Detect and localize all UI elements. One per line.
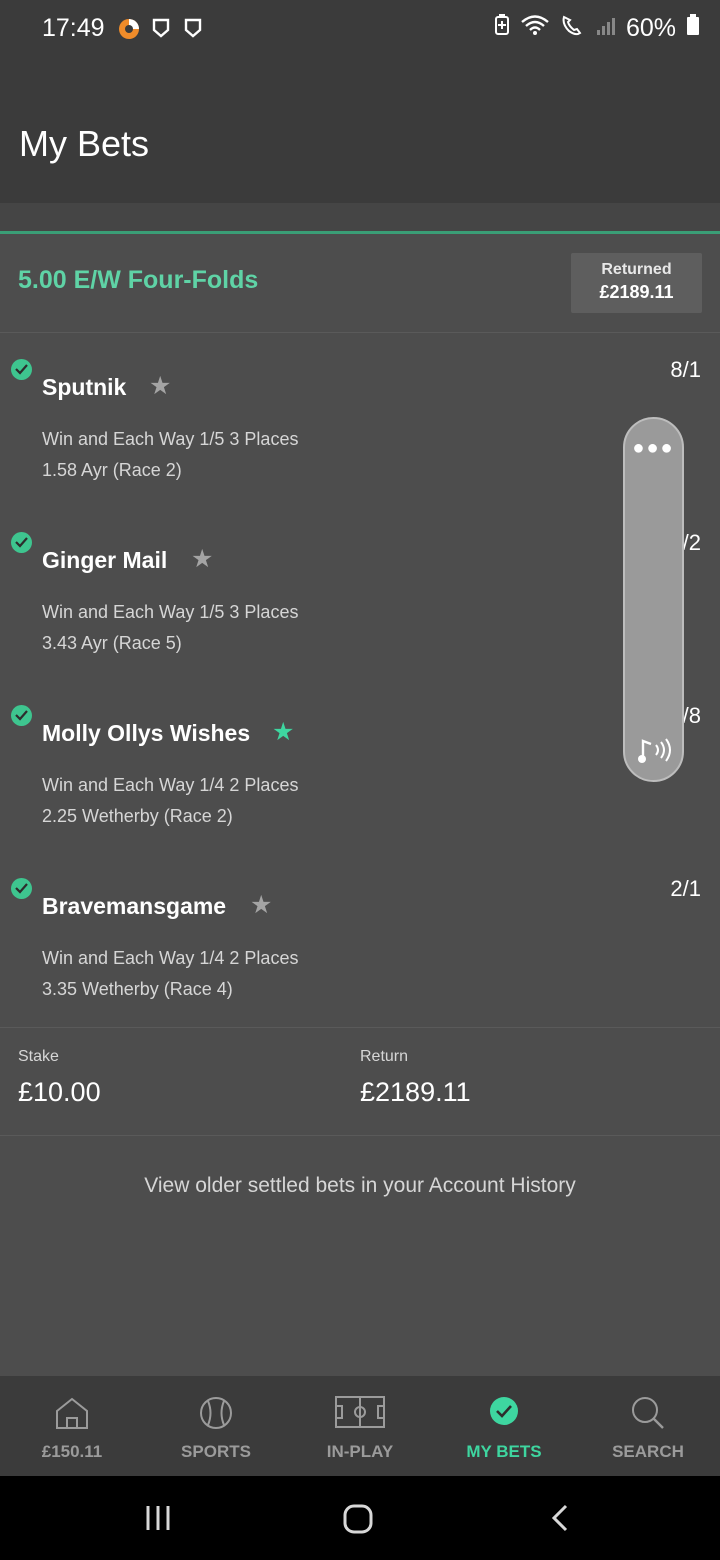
nav-sports[interactable]: SPORTS <box>144 1376 288 1476</box>
selection-odds: /8 <box>682 703 701 728</box>
battery-saver-icon <box>494 14 510 43</box>
nav-label: SPORTS <box>181 1442 251 1461</box>
selection-row[interactable]: Bravemansgame ★ Win and Each Way 1/4 2 P… <box>0 852 720 1025</box>
floating-sound-panel[interactable]: ●●● <box>623 417 684 782</box>
wifi-call-icon <box>560 14 586 43</box>
check-icon <box>11 532 32 553</box>
page-header: My Bets <box>0 60 720 203</box>
check-icon <box>11 705 32 726</box>
nav-my-bets[interactable]: MY BETS <box>432 1376 576 1476</box>
nav-search[interactable]: SEARCH <box>576 1376 720 1476</box>
home-icon <box>54 1396 90 1435</box>
selection-race: 3.35 Wetherby (Race 4) <box>42 979 233 999</box>
status-bar: 17:49 60% <box>0 0 720 60</box>
nav-label: IN-PLAY <box>326 1442 394 1461</box>
header-spacer <box>0 203 720 233</box>
battery-icon <box>686 14 700 43</box>
status-right: 60% <box>494 14 700 43</box>
selection-terms: Win and Each Way 1/5 3 Places <box>42 602 299 622</box>
wifi-icon <box>520 14 550 43</box>
bet-title: 5.00 E/W Four-Folds <box>18 266 259 294</box>
stake-value: £10.00 <box>18 1077 101 1107</box>
system-nav-bar <box>0 1476 720 1560</box>
more-icon[interactable]: ●●● <box>625 437 682 460</box>
home-button-icon[interactable] <box>343 1504 373 1539</box>
status-time: 17:49 <box>42 14 105 42</box>
return-label: Return <box>360 1048 409 1065</box>
selection-terms: Win and Each Way 1/5 3 Places <box>42 429 299 449</box>
pitch-icon <box>335 1396 385 1433</box>
selection-odds: 2/1 <box>670 876 701 901</box>
selection-row[interactable]: Molly Ollys Wishes ★ Win and Each Way 1/… <box>0 679 720 852</box>
nav-balance[interactable]: £150.11 <box>0 1376 144 1476</box>
shield-app-icon <box>152 18 170 43</box>
search-icon <box>631 1396 665 1435</box>
star-icon[interactable]: ★ <box>149 371 171 401</box>
recent-apps-icon[interactable] <box>144 1504 172 1537</box>
star-icon-favourite[interactable]: ★ <box>272 717 294 747</box>
star-icon[interactable]: ★ <box>250 890 272 920</box>
back-icon[interactable] <box>550 1504 570 1537</box>
nav-label: MY BETS <box>466 1442 542 1461</box>
selection-race: 3.43 Ayr (Race 5) <box>42 633 182 653</box>
check-icon <box>11 359 32 380</box>
returned-label: Returned <box>601 261 672 278</box>
selection-name: Sputnik <box>42 374 127 400</box>
selection-name: Molly Ollys Wishes <box>42 720 251 746</box>
selection-race: 1.58 Ayr (Race 2) <box>42 460 182 480</box>
selection-row[interactable]: Sputnik ★ Win and Each Way 1/5 3 Places … <box>0 333 720 506</box>
nav-label: £150.11 <box>41 1442 103 1461</box>
selection-odds: 8/1 <box>670 357 701 382</box>
bet-card-header[interactable]: 5.00 E/W Four-Folds Returned £2189.11 <box>0 234 720 333</box>
selection-row[interactable]: Ginger Mail ★ Win and Each Way 1/5 3 Pla… <box>0 506 720 679</box>
selection-race: 2.25 Wetherby (Race 2) <box>42 806 233 826</box>
page-title: My Bets <box>19 123 150 164</box>
battery-percent: 60% <box>625 14 676 42</box>
shield-app-icon-2 <box>184 18 202 43</box>
ball-icon <box>199 1396 233 1435</box>
selection-name: Bravemansgame <box>42 893 227 919</box>
return-value: £2189.11 <box>360 1077 471 1107</box>
returned-value: £2189.11 <box>599 282 674 302</box>
account-history-link[interactable]: View older settled bets in your Account … <box>0 1174 720 1198</box>
data-usage-icon <box>118 18 140 45</box>
selection-name: Ginger Mail <box>42 547 168 573</box>
check-circle-icon <box>489 1396 519 1431</box>
selection-terms: Win and Each Way 1/4 2 Places <box>42 775 299 795</box>
selection-terms: Win and Each Way 1/4 2 Places <box>42 948 299 968</box>
bet-totals: Stake £10.00 Return £2189.11 <box>0 1027 720 1136</box>
nav-label: SEARCH <box>612 1442 684 1461</box>
signal-icon <box>596 14 616 43</box>
stake-label: Stake <box>18 1048 59 1065</box>
nav-in-play[interactable]: IN-PLAY <box>288 1376 432 1476</box>
selection-odds: /2 <box>682 530 701 555</box>
returned-badge: Returned £2189.11 <box>571 253 702 313</box>
sound-icon[interactable] <box>637 735 675 770</box>
check-icon <box>11 878 32 899</box>
bottom-nav: £150.11 SPORTS IN-PLAY MY BETS SEARCH <box>0 1376 720 1476</box>
star-icon[interactable]: ★ <box>191 544 213 574</box>
